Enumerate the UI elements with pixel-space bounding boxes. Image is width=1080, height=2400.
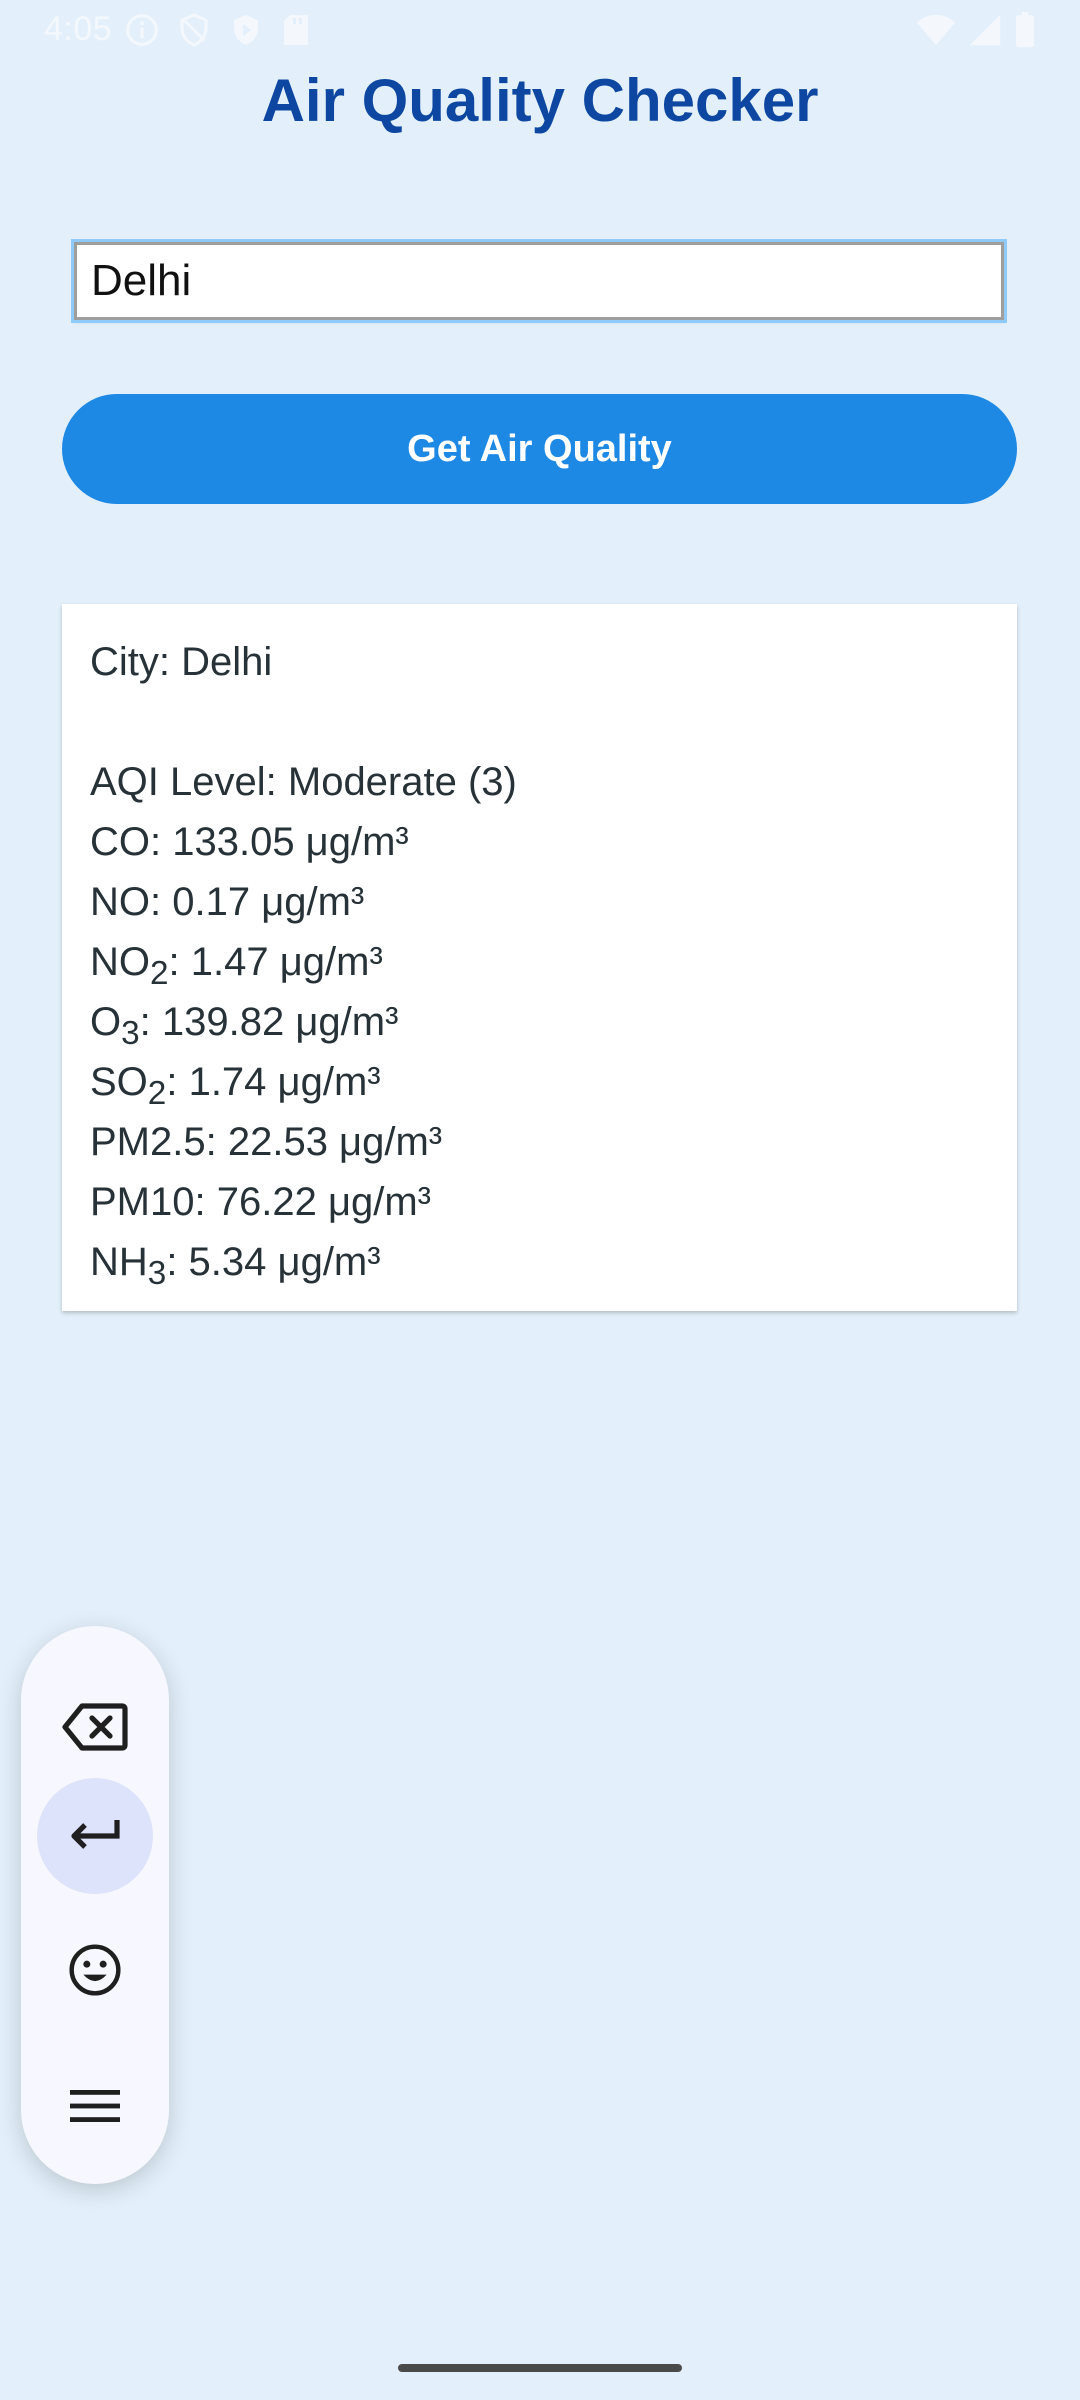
floating-keyboard-toolbar (21, 1626, 169, 2184)
pollutant-row: PM10: 76.22 μg/m³ (90, 1172, 989, 1232)
status-system-icons (916, 12, 1036, 48)
get-air-quality-button[interactable]: Get Air Quality (62, 394, 1017, 504)
status-bar: 4:05 (0, 0, 1080, 62)
pollutant-name: PM10 (90, 1180, 195, 1224)
shield-icon (176, 12, 212, 48)
sd-card-icon (280, 12, 312, 48)
pollutant-row: NO2: 1.47 μg/m³ (90, 932, 989, 992)
pollutant-value: : 0.17 μg/m³ (150, 880, 365, 924)
pollutant-value: : 139.82 μg/m³ (139, 1000, 399, 1044)
gesture-nav-bar[interactable] (398, 2364, 682, 2372)
emoji-button[interactable] (37, 1914, 153, 2030)
pollutant-value: : 76.22 μg/m³ (194, 1180, 431, 1224)
backspace-icon (62, 1702, 128, 1757)
pollutant-name: NH (90, 1240, 148, 1284)
pollutant-subscript: 2 (150, 955, 169, 992)
screen: 4:05 Air Quality Checker Delhi Get Air Q… (0, 0, 1080, 2400)
city-input[interactable] (71, 239, 1007, 323)
pollutant-name: O (90, 1000, 122, 1044)
pollutant-name: PM2.5 (90, 1120, 206, 1164)
pollutant-subscript: 2 (147, 1075, 167, 1112)
pollutant-value: : 1.74 μg/m³ (166, 1060, 381, 1104)
pollutant-value: : 22.53 μg/m³ (205, 1120, 443, 1164)
pollutant-row: PM2.5: 22.53 μg/m³ (90, 1112, 989, 1172)
play-protect-icon (228, 12, 264, 48)
status-notification-icons (124, 12, 312, 48)
pollutant-row: CO: 133.05 μg/m³ (90, 812, 989, 872)
backspace-button[interactable] (37, 1671, 153, 1787)
result-aqi-level: AQI Level: Moderate (3) (90, 760, 517, 804)
pollutant-row: O3: 139.82 μg/m³ (90, 992, 989, 1052)
cell-signal-icon (968, 13, 1002, 47)
result-city: City: Delhi (90, 640, 273, 684)
result-card: City: Delhi AQI Level: Moderate (3) CO: … (62, 604, 1017, 1311)
battery-icon (1014, 12, 1036, 48)
pollutant-value: : 133.05 μg/m³ (150, 820, 409, 864)
pollutant-value: : 5.34 μg/m³ (166, 1240, 381, 1284)
pollutant-subscript: 3 (147, 1255, 167, 1292)
emoji-icon (67, 1942, 123, 2003)
pollutant-value: : 1.47 μg/m³ (168, 940, 383, 984)
status-time: 4:05 (44, 10, 113, 48)
pollutant-row: SO2: 1.74 μg/m³ (90, 1052, 989, 1112)
pollutant-row: NH3: 5.34 μg/m³ (90, 1232, 989, 1292)
pollutant-subscript: 3 (121, 1015, 140, 1052)
enter-button[interactable] (37, 1778, 153, 1894)
pollutant-name: NO (90, 880, 150, 924)
pollutant-row: NO: 0.17 μg/m³ (90, 872, 989, 932)
pollutant-name: NO (90, 940, 150, 984)
pollutant-name: SO (90, 1060, 148, 1104)
enter-icon (67, 1814, 123, 1859)
pollutant-name: CO (90, 820, 150, 864)
info-icon (124, 12, 160, 48)
page-title: Air Quality Checker (261, 67, 819, 134)
menu-button[interactable] (37, 2050, 153, 2166)
result-spacer (90, 692, 989, 752)
wifi-icon (916, 13, 956, 47)
menu-icon (70, 2086, 120, 2131)
